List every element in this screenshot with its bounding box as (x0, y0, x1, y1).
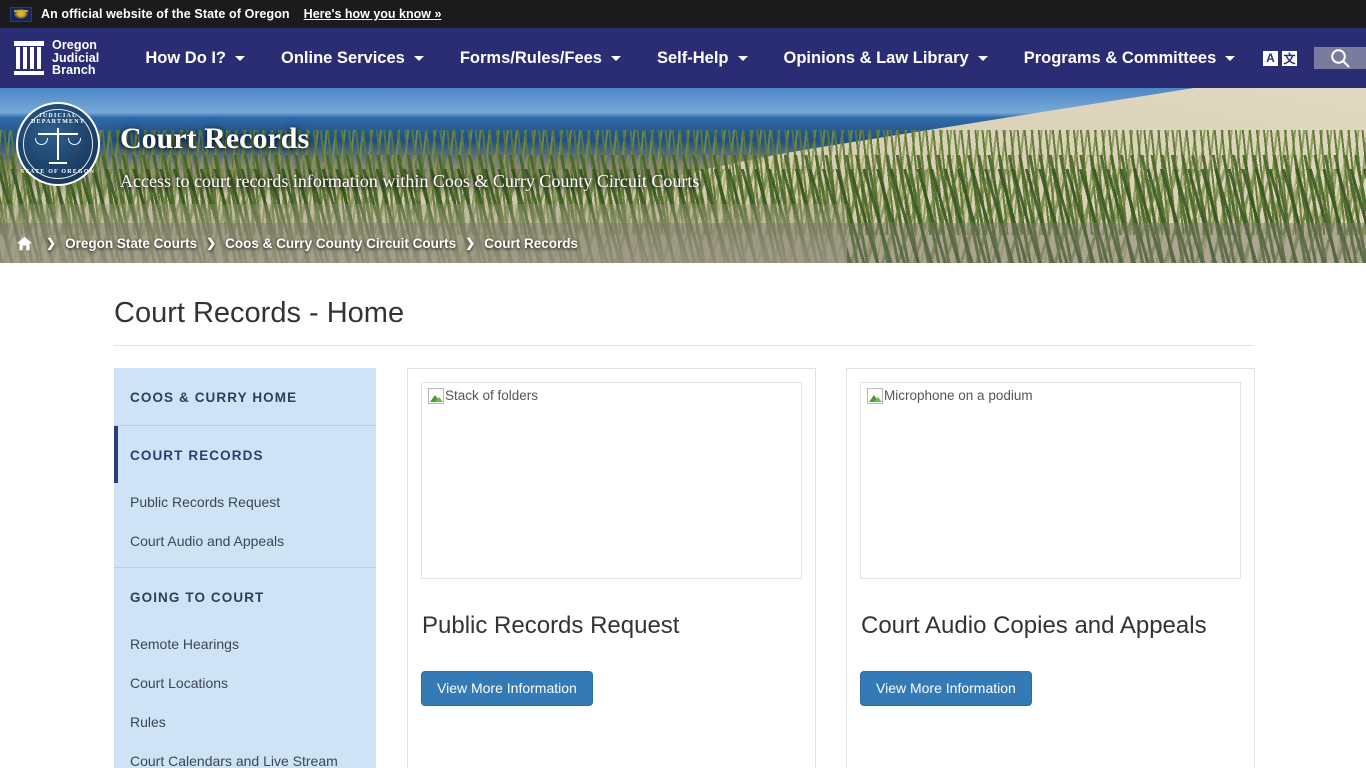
hero-title: Court Records (120, 122, 310, 155)
nav-item-label: Forms/Rules/Fees (459, 48, 602, 67)
chevron-down-icon (610, 55, 621, 61)
nav-item-forms-rules-fees[interactable]: Forms/Rules/Fees (442, 28, 639, 88)
sidebar-link-remote-hearings[interactable]: Remote Hearings (114, 625, 376, 664)
brand-text: Oregon Judicial Branch (52, 39, 99, 77)
page-title-section: Court Records - Home (114, 263, 1253, 346)
hero-subtitle: Access to court records information with… (120, 171, 700, 191)
breadcrumb-separator: ❯ (46, 236, 57, 250)
sidebar-link-public-records-request[interactable]: Public Records Request (114, 483, 376, 522)
nav-item-self-help[interactable]: Self-Help (639, 28, 766, 88)
card-grid: Stack of folders Public Records Request … (407, 368, 1255, 768)
chevron-down-icon (737, 55, 748, 61)
brand-line-1: Oregon (52, 38, 98, 53)
view-more-information-button[interactable]: View More Information (421, 671, 593, 706)
section-sidebar: COOS & CURRY HOME COURT RECORDS Public R… (114, 368, 376, 768)
broken-image-icon (428, 388, 444, 404)
translate-latin-glyph: A (1262, 49, 1279, 67)
chevron-down-icon (1225, 55, 1236, 61)
breadcrumb: ❯ Oregon State Courts ❯ Coos & Curry Cou… (0, 223, 1366, 263)
nav-item-online-services[interactable]: Online Services (263, 28, 442, 88)
translate-icon[interactable]: A 文 (1262, 49, 1298, 67)
sidebar-group-coos-curry-home: COOS & CURRY HOME (114, 368, 376, 426)
chevron-down-icon (413, 55, 424, 61)
oregon-judicial-seal: JUDICIAL DEPARTMENT STATE OF OREGON (16, 102, 100, 186)
nav-item-programs-committees[interactable]: Programs & Committees (1006, 28, 1254, 88)
breadcrumb-item-court-records: Court Records (484, 235, 578, 251)
sidebar-item-going-to-court[interactable]: GOING TO COURT (114, 568, 376, 625)
official-state-banner: An official website of the State of Oreg… (0, 0, 1366, 28)
seal-bottom-text: STATE OF OREGON (20, 169, 96, 175)
card-public-records-request: Stack of folders Public Records Request … (407, 368, 816, 768)
image-alt-text: Microphone on a podium (884, 388, 1033, 403)
content-row: COOS & CURRY HOME COURT RECORDS Public R… (114, 368, 1366, 768)
nav-item-label: Online Services (281, 48, 405, 67)
breadcrumb-item-coos-curry-circuit-courts[interactable]: Coos & Curry County Circuit Courts (225, 236, 456, 251)
chevron-down-icon (977, 55, 988, 61)
oregon-flag-icon (10, 6, 32, 22)
nav-item-label: Opinions & Law Library (783, 48, 969, 67)
page-body: Court Records - Home COOS & CURRY HOME C… (0, 263, 1366, 768)
main-navigation-bar: Oregon Judicial Branch How Do I? Online … (0, 28, 1366, 88)
courthouse-pillar-icon (14, 41, 44, 75)
official-site-notice: An official website of the State of Oreg… (41, 7, 290, 21)
sidebar-item-coos-curry-home[interactable]: COOS & CURRY HOME (114, 368, 376, 425)
nav-item-label: How Do I? (145, 48, 227, 67)
oregon-judicial-branch-logo[interactable]: Oregon Judicial Branch (0, 28, 115, 88)
page-title: Court Records - Home (114, 297, 405, 329)
card-title: Public Records Request (422, 612, 680, 639)
scales-of-justice-icon (35, 124, 81, 164)
brand-line-3: Branch (52, 63, 96, 78)
nav-menu: How Do I? Online Services Forms/Rules/Fe… (115, 28, 1262, 88)
page-hero-banner: JUDICIAL DEPARTMENT STATE OF OREGON Cour… (0, 88, 1366, 263)
sidebar-item-court-records[interactable]: COURT RECORDS (114, 426, 376, 483)
card-image-placeholder: Microphone on a podium (860, 382, 1241, 579)
nav-item-label: Programs & Committees (1023, 48, 1217, 67)
breadcrumb-separator: ❯ (206, 236, 217, 250)
sidebar-link-court-locations[interactable]: Court Locations (114, 664, 376, 703)
sidebar-group-going-to-court: GOING TO COURT Remote Hearings Court Loc… (114, 568, 376, 768)
chevron-down-icon (235, 55, 246, 61)
image-alt-text: Stack of folders (445, 388, 539, 403)
how-you-know-link[interactable]: Here's how you know » (304, 7, 442, 21)
broken-image: Stack of folders (428, 388, 538, 404)
sidebar-link-court-calendars-live-stream[interactable]: Court Calendars and Live Stream Proceedi… (114, 742, 376, 768)
translate-cjk-glyph: 文 (1281, 49, 1298, 67)
breadcrumb-separator: ❯ (465, 236, 476, 250)
breadcrumb-item-oregon-state-courts[interactable]: Oregon State Courts (65, 236, 197, 251)
nav-item-how-do-i[interactable]: How Do I? (127, 28, 263, 88)
card-title: Court Audio Copies and Appeals (861, 612, 1207, 639)
home-icon[interactable] (16, 235, 33, 252)
sidebar-link-court-audio-and-appeals[interactable]: Court Audio and Appeals (114, 522, 376, 567)
view-more-information-button[interactable]: View More Information (860, 671, 1032, 706)
sidebar-link-rules[interactable]: Rules (114, 703, 376, 742)
broken-image: Microphone on a podium (867, 388, 1033, 404)
nav-item-label: Self-Help (656, 48, 729, 67)
card-court-audio-copies-and-appeals: Microphone on a podium Court Audio Copie… (846, 368, 1255, 768)
hero-title-block: Court Records Access to court records in… (120, 122, 699, 192)
card-image-placeholder: Stack of folders (421, 382, 802, 579)
search-icon[interactable] (1314, 47, 1366, 69)
sidebar-group-court-records: COURT RECORDS Public Records Request Cou… (114, 426, 376, 568)
nav-item-opinions-law-library[interactable]: Opinions & Law Library (766, 28, 1006, 88)
broken-image-icon (867, 388, 883, 404)
nav-right-tools: A 文 (1262, 28, 1366, 88)
